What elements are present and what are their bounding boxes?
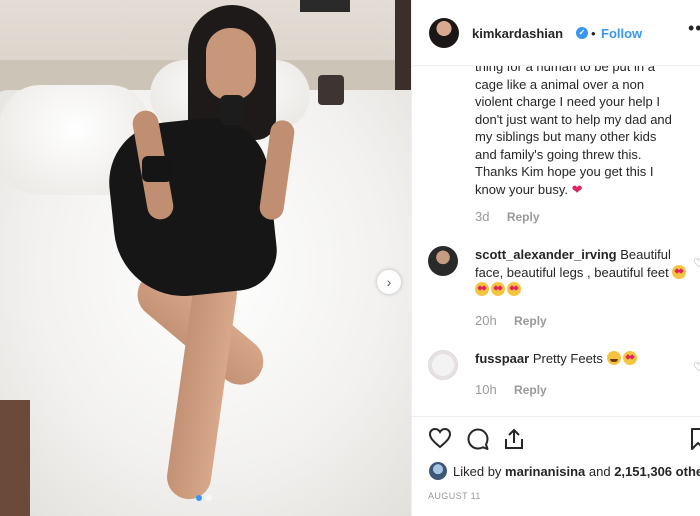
red-heart-icon: ❤: [571, 181, 583, 197]
comment-text-line: my siblings but many other kids: [475, 129, 657, 144]
comment-time[interactable]: 10h: [475, 382, 497, 397]
carousel-next-button[interactable]: ›: [377, 270, 401, 294]
post-sidebar: kimkardashian ✓ • Follow ••• thing for a…: [411, 0, 700, 516]
comment-text-line: thing for a human to be put in a: [475, 66, 655, 74]
comment-meta: 10h Reply: [475, 382, 547, 397]
comment-username[interactable]: fusspaar: [475, 351, 529, 366]
more-options-icon[interactable]: •••: [688, 18, 700, 39]
likes-count[interactable]: 2,151,306: [614, 464, 672, 479]
photo-figure-cuff: [142, 156, 172, 182]
comment-text-line: know your busy. ❤: [475, 181, 693, 199]
photo-nightstand-lamp: [318, 75, 344, 105]
post-photo[interactable]: ›: [0, 0, 411, 516]
follow-button[interactable]: Follow: [601, 26, 642, 41]
post-date[interactable]: AUGUST 11: [428, 491, 481, 501]
heart-eyes-emoji-icon: [672, 264, 687, 279]
likes-suffix[interactable]: others: [676, 464, 700, 479]
reply-button[interactable]: Reply: [514, 383, 547, 397]
heart-icon[interactable]: [428, 427, 452, 454]
avatar[interactable]: [428, 246, 458, 276]
comment-text: thing for a human to be put in a cage li…: [475, 66, 693, 198]
carousel-dots: [196, 495, 212, 501]
verified-badge-icon: ✓: [576, 27, 588, 39]
comment-text-line-end: know your busy.: [475, 181, 568, 197]
comment-text-line: Thanks Kim hope you get this I: [475, 164, 654, 179]
likes-prefix: Liked by: [453, 464, 502, 479]
heart-eyes-emoji-icon: [491, 282, 505, 296]
chevron-right-icon: ›: [386, 274, 392, 290]
comment-text-line: don't just want to help my dad and: [475, 111, 672, 127]
reply-button[interactable]: Reply: [507, 210, 540, 224]
heart-eyes-emoji-icon: [622, 351, 637, 365]
likes-summary: Liked by marinanisina and 2,151,306 othe…: [453, 464, 700, 479]
avatar[interactable]: [429, 18, 459, 48]
comment-username[interactable]: scott_alexander_irving: [475, 247, 617, 262]
comment-emojis: [606, 351, 639, 366]
comment-time[interactable]: 20h: [475, 313, 497, 328]
header-separator: •: [591, 26, 596, 41]
likes-username[interactable]: marinanisina: [505, 464, 585, 479]
photo-figure-face: [206, 28, 256, 100]
comment-meta: 20h Reply: [475, 313, 547, 328]
photo-floor: [0, 400, 30, 516]
comment-text: fusspaar Pretty Feets: [475, 350, 693, 368]
reply-button[interactable]: Reply: [514, 314, 547, 328]
carousel-dot: [206, 495, 212, 501]
carousel-dot: [196, 495, 202, 501]
post-actions: Liked by marinanisina and 2,151,306 othe…: [412, 416, 700, 516]
heart-eyes-emoji-icon: [475, 282, 489, 296]
comment-time[interactable]: 3d: [475, 209, 489, 224]
post-username[interactable]: kimkardashian: [472, 26, 563, 41]
comment-text-line: and family's going threw this.: [475, 146, 642, 162]
comment-text-line: violent charge I need your help I: [475, 94, 661, 109]
comment-text: scott_alexander_irving Beautiful face, b…: [475, 246, 693, 299]
share-icon[interactable]: [503, 427, 525, 456]
comment-meta: 3d Reply: [475, 209, 540, 224]
bookmark-icon[interactable]: [690, 427, 700, 456]
avatar[interactable]: [429, 462, 447, 480]
post-header: kimkardashian ✓ • Follow •••: [412, 0, 700, 66]
comment-like-heart-icon[interactable]: ♡: [693, 360, 700, 374]
photo-figure-choker: [220, 95, 244, 125]
comments-list[interactable]: thing for a human to be put in a cage li…: [412, 66, 700, 416]
heart-eyes-emoji-icon: [507, 282, 521, 296]
photo-lamp: [300, 0, 350, 12]
comment-like-heart-icon[interactable]: ♡: [693, 256, 700, 270]
grin-emoji-icon: [606, 351, 621, 365]
comment-body: Pretty Feets: [532, 351, 603, 366]
likes-middle: and: [588, 464, 611, 479]
comment-icon[interactable]: [466, 427, 490, 456]
avatar[interactable]: [428, 350, 458, 380]
comment-text-line: cage like a animal over a non: [475, 76, 645, 92]
